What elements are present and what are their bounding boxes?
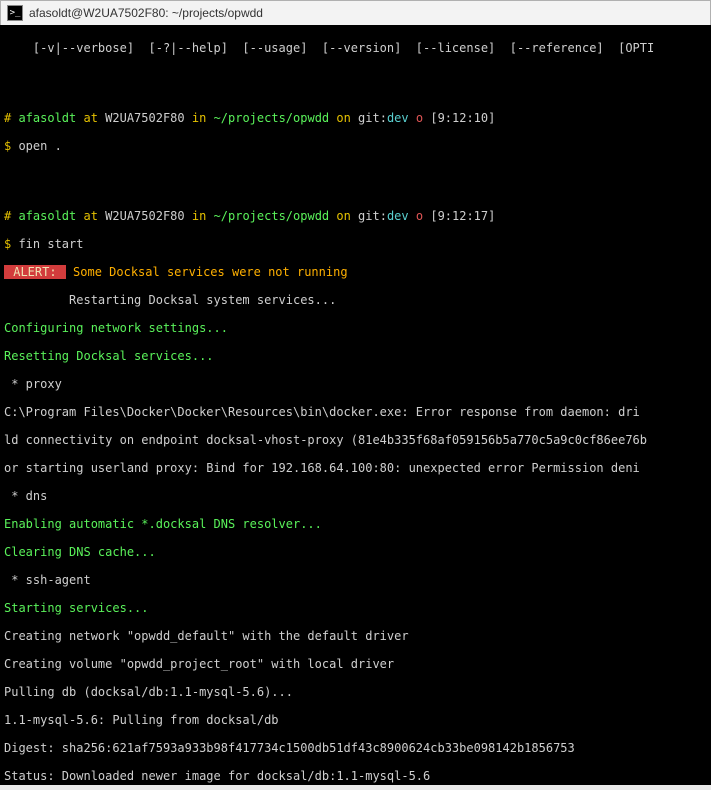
output-line: * ssh-agent [4,573,707,587]
restart-line: Restarting Docksal system services... [4,293,707,307]
output-line: * dns [4,489,707,503]
error-line: C:\Program Files\Docker\Docker\Resources… [4,405,707,419]
output-line: Starting services... [4,601,707,615]
cmd-line: $ fin start [4,237,707,251]
output-line: Creating network "opwdd_default" with th… [4,629,707,643]
output-line: Creating volume "opwdd_project_root" wit… [4,657,707,671]
blank [4,69,707,83]
output-line: Enabling automatic *.docksal DNS resolve… [4,517,707,531]
blank [4,167,707,181]
help-line: [-v|--verbose] [-?|--help] [--usage] [--… [4,41,707,55]
output-line: Status: Downloaded newer image for docks… [4,769,707,783]
output-line: Resetting Docksal services... [4,349,707,363]
error-line: ld connectivity on endpoint docksal-vhos… [4,433,707,447]
window-titlebar[interactable]: >_ afasoldt@W2UA7502F80: ~/projects/opwd… [0,0,711,25]
output-line: Digest: sha256:621af7593a933b98f417734c1… [4,741,707,755]
terminal-icon: >_ [7,5,23,21]
error-line: or starting userland proxy: Bind for 192… [4,461,707,475]
output-line: Clearing DNS cache... [4,545,707,559]
output-line: Configuring network settings... [4,321,707,335]
prompt-line: # afasoldt at W2UA7502F80 in ~/projects/… [4,209,707,223]
output-line: 1.1-mysql-5.6: Pulling from docksal/db [4,713,707,727]
window-title: afasoldt@W2UA7502F80: ~/projects/opwdd [29,6,263,20]
alert-line: ALERT: Some Docksal services were not ru… [4,265,707,279]
terminal-output[interactable]: [-v|--verbose] [-?|--help] [--usage] [--… [0,25,711,785]
output-line: * proxy [4,377,707,391]
prompt-line: # afasoldt at W2UA7502F80 in ~/projects/… [4,111,707,125]
output-line: Pulling db (docksal/db:1.1-mysql-5.6)... [4,685,707,699]
cmd-line: $ open . [4,139,707,153]
